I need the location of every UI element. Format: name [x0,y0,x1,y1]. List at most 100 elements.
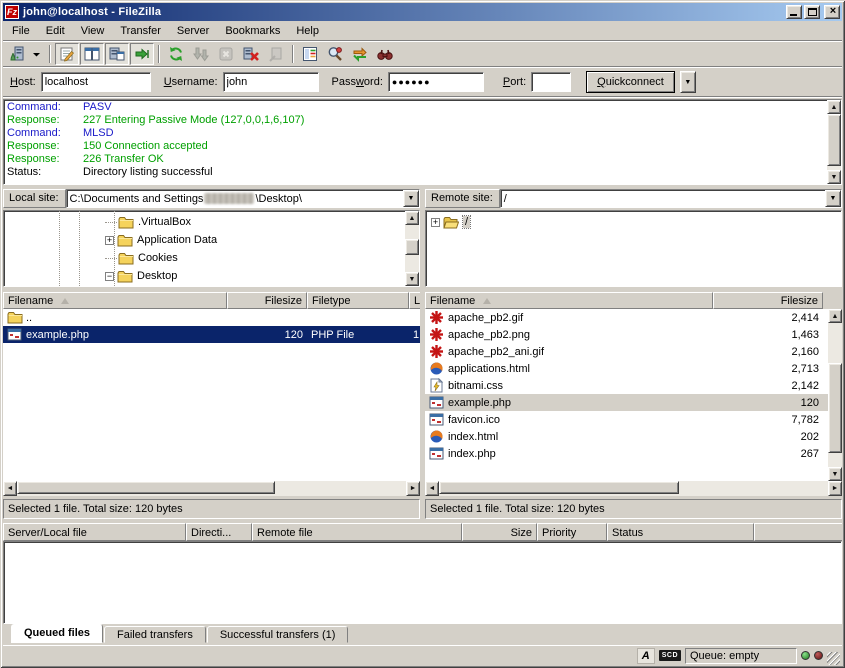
scroll-left-icon[interactable]: ◄ [3,481,17,496]
column-header-filename[interactable]: Filename [425,292,713,309]
toggle-directory-trees-button[interactable] [80,43,104,65]
expand-icon[interactable] [105,236,114,245]
remote-site-dropdown-icon[interactable]: ▼ [825,190,841,207]
tab-queued-files[interactable]: Queued files [11,624,103,643]
column-header-filesize[interactable]: Filesize [713,292,823,309]
menu-view[interactable]: View [73,23,113,39]
remote-file-row[interactable]: index.html202 [425,428,828,445]
column-header-blank[interactable] [754,523,842,541]
scroll-up-icon[interactable]: ▲ [828,309,842,323]
port-label: Port: [503,76,526,88]
scroll-right-icon[interactable]: ► [406,481,420,496]
column-header-filetype[interactable]: Filetype [307,292,409,309]
remote-site-combo[interactable]: / ▼ [500,189,842,208]
column-header-size[interactable]: Size [462,523,537,541]
menu-edit[interactable]: Edit [38,23,73,39]
file-name: favicon.ico [448,414,500,426]
local-tree-item[interactable]: Application Data [4,231,405,249]
remote-list-scrollbar[interactable]: ▲ ▼ [828,309,842,481]
separator-line [3,96,842,98]
tab-failed-transfers[interactable]: Failed transfers [104,626,206,643]
password-input[interactable] [388,72,484,92]
column-header-filename[interactable]: Filename [3,292,227,309]
reconnect-button[interactable] [264,43,288,65]
toggle-message-log-button[interactable] [55,43,79,65]
local-file-row[interactable]: .. [3,309,420,326]
scroll-down-icon[interactable]: ▼ [405,272,419,286]
cancel-button[interactable] [214,43,238,65]
toggle-transfer-queue-button[interactable] [130,43,154,65]
close-button[interactable]: × [824,5,840,19]
toggle-remote-tree-button[interactable] [105,43,129,65]
local-tree-scrollbar[interactable]: ▲ ▼ [405,211,419,286]
menu-bookmarks[interactable]: Bookmarks [217,23,288,39]
column-header-filesize[interactable]: Filesize [227,292,307,309]
quickconnect-button[interactable]: Quickconnect [586,71,675,93]
remote-file-row[interactable]: favicon.ico7,782 [425,411,828,428]
scroll-left-icon[interactable]: ◄ [425,481,439,496]
local-file-row[interactable]: example.php120PHP File1 [3,326,420,343]
toolbar-separator [158,45,160,63]
menu-file[interactable]: File [4,23,38,39]
remote-tree-item[interactable]: / [426,213,841,231]
find-button[interactable] [373,43,397,65]
refresh-button[interactable] [164,43,188,65]
port-input[interactable] [531,72,571,92]
menu-bar: FileEditViewTransferServerBookmarksHelp [3,21,842,40]
menu-server[interactable]: Server [169,23,217,39]
menu-help[interactable]: Help [288,23,327,39]
queue-list[interactable] [3,541,842,624]
column-header-status[interactable]: Status [607,523,754,541]
username-input[interactable] [223,72,319,92]
collapse-icon[interactable] [105,272,114,281]
maximize-button[interactable] [804,5,820,19]
remote-file-row[interactable]: example.php120 [425,394,828,411]
menu-transfer[interactable]: Transfer [112,23,169,39]
site-manager-dropdown-button[interactable] [31,43,45,65]
folder-icon [118,251,134,265]
remote-file-row[interactable]: apache_pb2.gif2,414 [425,309,828,326]
resize-grip[interactable] [827,652,840,665]
remote-file-row[interactable]: bitnami.css2,142 [425,377,828,394]
scroll-right-icon[interactable]: ► [828,481,842,496]
remote-file-row[interactable]: apache_pb2_ani.gif2,160 [425,343,828,360]
scroll-down-icon[interactable]: ▼ [827,170,841,184]
sync-browse-button[interactable] [348,43,372,65]
remote-file-row[interactable]: index.php267 [425,445,828,462]
message-log-scrollbar[interactable]: ▲ ▼ [827,100,841,184]
file-name: applications.html [448,363,530,375]
remote-hscrollbar[interactable]: ◄ ► [425,481,842,496]
local-hscrollbar[interactable]: ◄ ► [3,481,420,496]
tab-successful-transfers-1[interactable]: Successful transfers (1) [207,626,349,643]
local-tree-item[interactable]: Desktop [4,267,405,285]
remote-tree-body: / [426,211,841,286]
column-header-directi-[interactable]: Directi... [186,523,252,541]
column-header-remote-file[interactable]: Remote file [252,523,462,541]
column-header-priority[interactable]: Priority [537,523,607,541]
local-tree-item[interactable]: Cookies [4,249,405,267]
scroll-up-icon[interactable]: ▲ [405,211,419,225]
remote-file-row[interactable]: applications.html2,713 [425,360,828,377]
column-header-server-local-file[interactable]: Server/Local file [3,523,186,541]
site-manager-button[interactable] [6,43,30,65]
host-input[interactable] [41,72,151,92]
minimize-button[interactable] [786,5,802,19]
compare-button[interactable] [323,43,347,65]
column-header-l[interactable]: L [409,292,420,309]
quickconnect-dropdown-button[interactable]: ▼ [680,71,696,93]
process-queue-button[interactable] [189,43,213,65]
scroll-up-icon[interactable]: ▲ [827,100,841,114]
disconnect-button[interactable] [239,43,263,65]
activity-led-green-icon [801,651,810,660]
log-line-type: Response: [7,114,83,127]
filter-button[interactable] [298,43,322,65]
scroll-down-icon[interactable]: ▼ [828,467,842,481]
local-site-combo[interactable]: C:\Documents and Settings\Desktop\ ▼ [66,189,420,208]
file-size: 2,142 [713,380,823,392]
local-site-dropdown-icon[interactable]: ▼ [403,190,419,207]
expand-icon[interactable] [431,218,440,227]
local-tree-item[interactable]: .VirtualBox [4,213,405,231]
find-icon [377,46,393,62]
remote-file-row[interactable]: apache_pb2.png1,463 [425,326,828,343]
cancel-icon [218,46,234,62]
